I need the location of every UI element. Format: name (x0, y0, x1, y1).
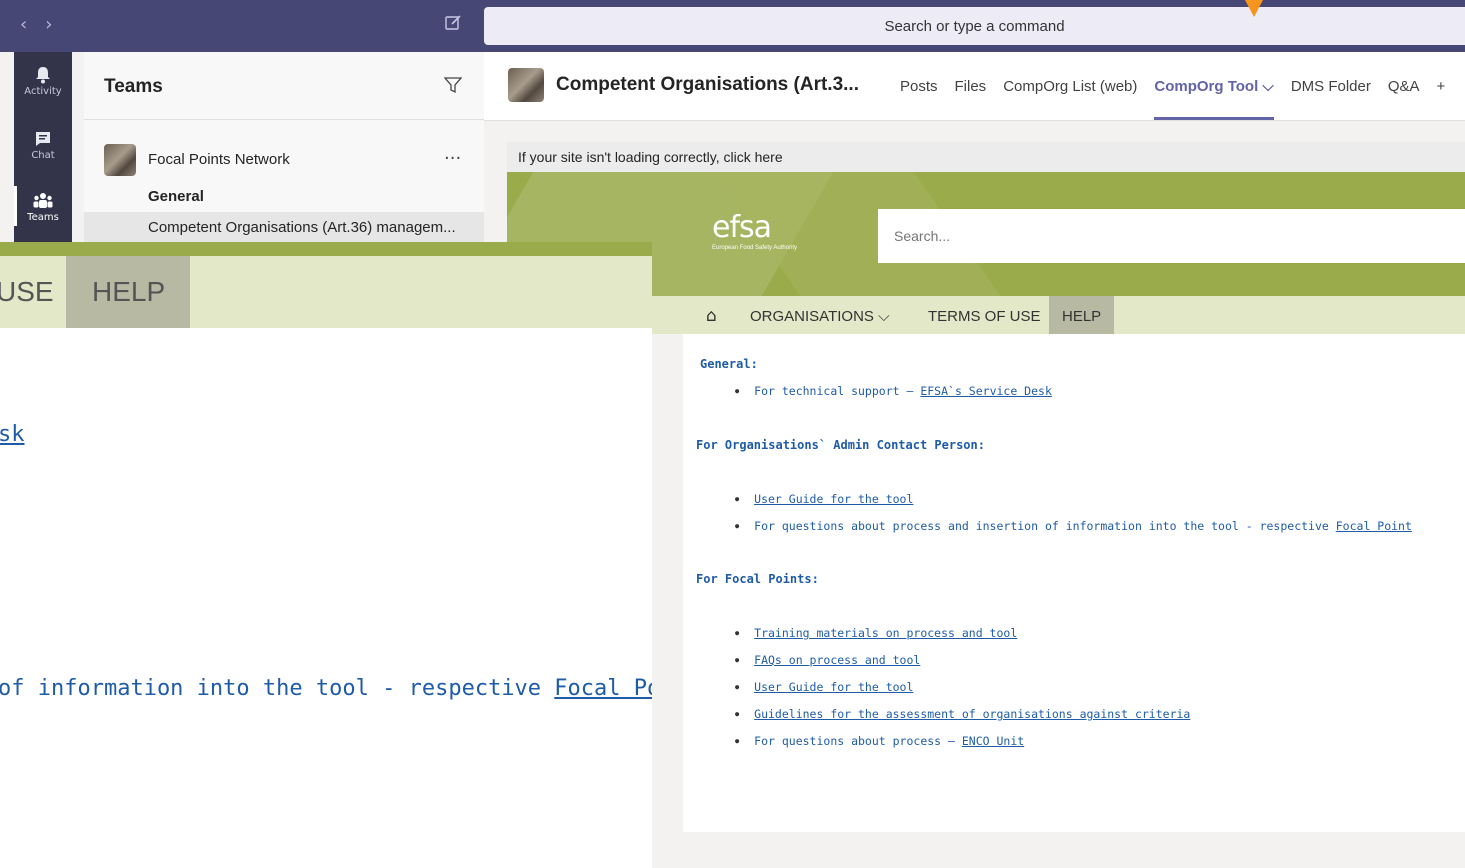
link-focal-point[interactable]: Focal Point (1336, 519, 1412, 533)
tab-qa[interactable]: Q&A (1388, 78, 1420, 120)
forward-arrow-icon[interactable]: › (45, 14, 70, 35)
app-rail: Activity Chat Teams (14, 52, 72, 242)
channel-title: Competent Organisations (Art.3... (556, 74, 859, 95)
rail-item-teams[interactable]: Teams (14, 192, 72, 223)
more-options-icon[interactable]: ··· (444, 148, 461, 169)
site-loading-notice[interactable]: If your site isn't loading correctly, cl… (507, 142, 1465, 172)
zoom-banner-strip (0, 242, 652, 256)
tab-files[interactable]: Files (955, 78, 987, 120)
channel-general[interactable]: General (148, 188, 204, 205)
help-content: General: For technical support – EFSA`s … (683, 334, 1465, 832)
zoom-nav-bar: USE HELP (0, 256, 652, 328)
chat-icon (36, 132, 50, 146)
team-name[interactable]: Focal Points Network (148, 151, 290, 168)
site-nav-bar: ⌂ ORGANISATIONS ⌵ TERMS OF USE HELP (652, 296, 1465, 334)
nav-help[interactable]: HELP (1062, 308, 1101, 325)
item-text: For technical support – (754, 384, 921, 398)
list-item: User Guide for the tool (735, 680, 913, 694)
history-nav: ‹› (20, 14, 70, 35)
zoom-link: sk (0, 422, 25, 447)
link-service-desk[interactable]: EFSA`s Service Desk (920, 384, 1052, 398)
zoom-nav-terms: USE (0, 276, 54, 307)
zoom-line-focal-point: of information into the tool - respectiv… (0, 676, 652, 701)
link-training-materials[interactable]: Training materials on process and tool (754, 626, 1017, 640)
rail-item-chat[interactable]: Chat (14, 130, 72, 161)
logo-wordmark: efsa (712, 210, 772, 245)
filter-icon[interactable] (443, 76, 463, 99)
divider (84, 119, 484, 120)
link-enco-unit[interactable]: ENCO Unit (962, 734, 1024, 748)
zoom-text: of information into the tool - respectiv… (0, 676, 555, 701)
list-item: For technical support – EFSA`s Service D… (735, 384, 1052, 398)
nav-terms-of-use[interactable]: TERMS OF USE (928, 308, 1041, 325)
rail-item-activity[interactable]: Activity (14, 66, 72, 97)
list-item: Guidelines for the assessment of organis… (735, 707, 1190, 721)
site-search-box[interactable] (878, 209, 1465, 263)
link-user-guide-focal[interactable]: User Guide for the tool (754, 680, 913, 694)
section-title-general: General: (700, 357, 758, 371)
section-title-admin: For Organisations` Admin Contact Person: (696, 438, 985, 452)
pointer-arrow-icon (1245, 0, 1263, 17)
zoom-line-service-desk: sk (0, 422, 25, 447)
nav-organisations[interactable]: ORGANISATIONS ⌵ (750, 308, 889, 325)
teams-list-title: Teams (104, 76, 163, 97)
loading-notice-text: If your site isn't loading correctly, cl… (518, 149, 783, 165)
tab-dms-folder[interactable]: DMS Folder (1291, 78, 1371, 120)
channel-item-active[interactable]: Competent Organisations (Art.36) managem… (84, 212, 484, 242)
site-search-input[interactable] (892, 227, 1396, 245)
list-item: For questions about process – ENCO Unit (735, 734, 1024, 748)
channel-avatar (508, 68, 544, 102)
tab-comporg-list[interactable]: CompOrg List (web) (1003, 78, 1137, 120)
item-text: For questions about process – (754, 734, 962, 748)
rail-item-label: Activity (24, 86, 62, 97)
link-guidelines[interactable]: Guidelines for the assessment of organis… (754, 707, 1190, 721)
team-avatar (104, 144, 136, 176)
link-faqs[interactable]: FAQs on process and tool (754, 653, 920, 667)
zoom-nav-help: HELP (92, 276, 166, 307)
rail-item-label: Teams (27, 212, 59, 223)
section-title-focal-points: For Focal Points: (696, 572, 819, 586)
list-item: Training materials on process and tool (735, 626, 1017, 640)
tab-comporg-tool[interactable]: CompOrg Tool ⌵ (1154, 78, 1275, 120)
add-tab-button[interactable]: + (1437, 78, 1446, 120)
channel-tabs: Posts Files CompOrg List (web) CompOrg T… (900, 78, 1462, 120)
tab-posts[interactable]: Posts (900, 78, 938, 120)
compose-icon[interactable] (444, 14, 464, 34)
home-icon[interactable]: ⌂ (706, 306, 717, 326)
teams-icon (33, 193, 53, 208)
zoom-link: Focal Point (554, 676, 652, 701)
logo-subtitle: European Food Safety Authority (712, 245, 798, 251)
list-item: User Guide for the tool (735, 492, 913, 506)
efsa-logo[interactable]: efsa European Food Safety Authority (712, 210, 797, 251)
rail-item-label: Chat (31, 150, 55, 161)
command-search-input[interactable]: Search or type a command (484, 7, 1465, 45)
link-user-guide[interactable]: User Guide for the tool (754, 492, 913, 506)
item-text: For questions about process and insertio… (754, 519, 1336, 533)
channel-header: Competent Organisations (Art.3... Posts … (484, 52, 1465, 121)
channel-item-label: Competent Organisations (Art.36) managem… (148, 219, 456, 236)
back-arrow-icon[interactable]: ‹ (20, 14, 45, 35)
team-list-panel: Teams Focal Points Network ··· General C… (84, 52, 484, 242)
zoom-callout: USE HELP sk of information into the tool… (0, 242, 652, 868)
bell-icon (36, 67, 50, 84)
list-item: FAQs on process and tool (735, 653, 920, 667)
list-item: For questions about process and insertio… (735, 519, 1412, 533)
